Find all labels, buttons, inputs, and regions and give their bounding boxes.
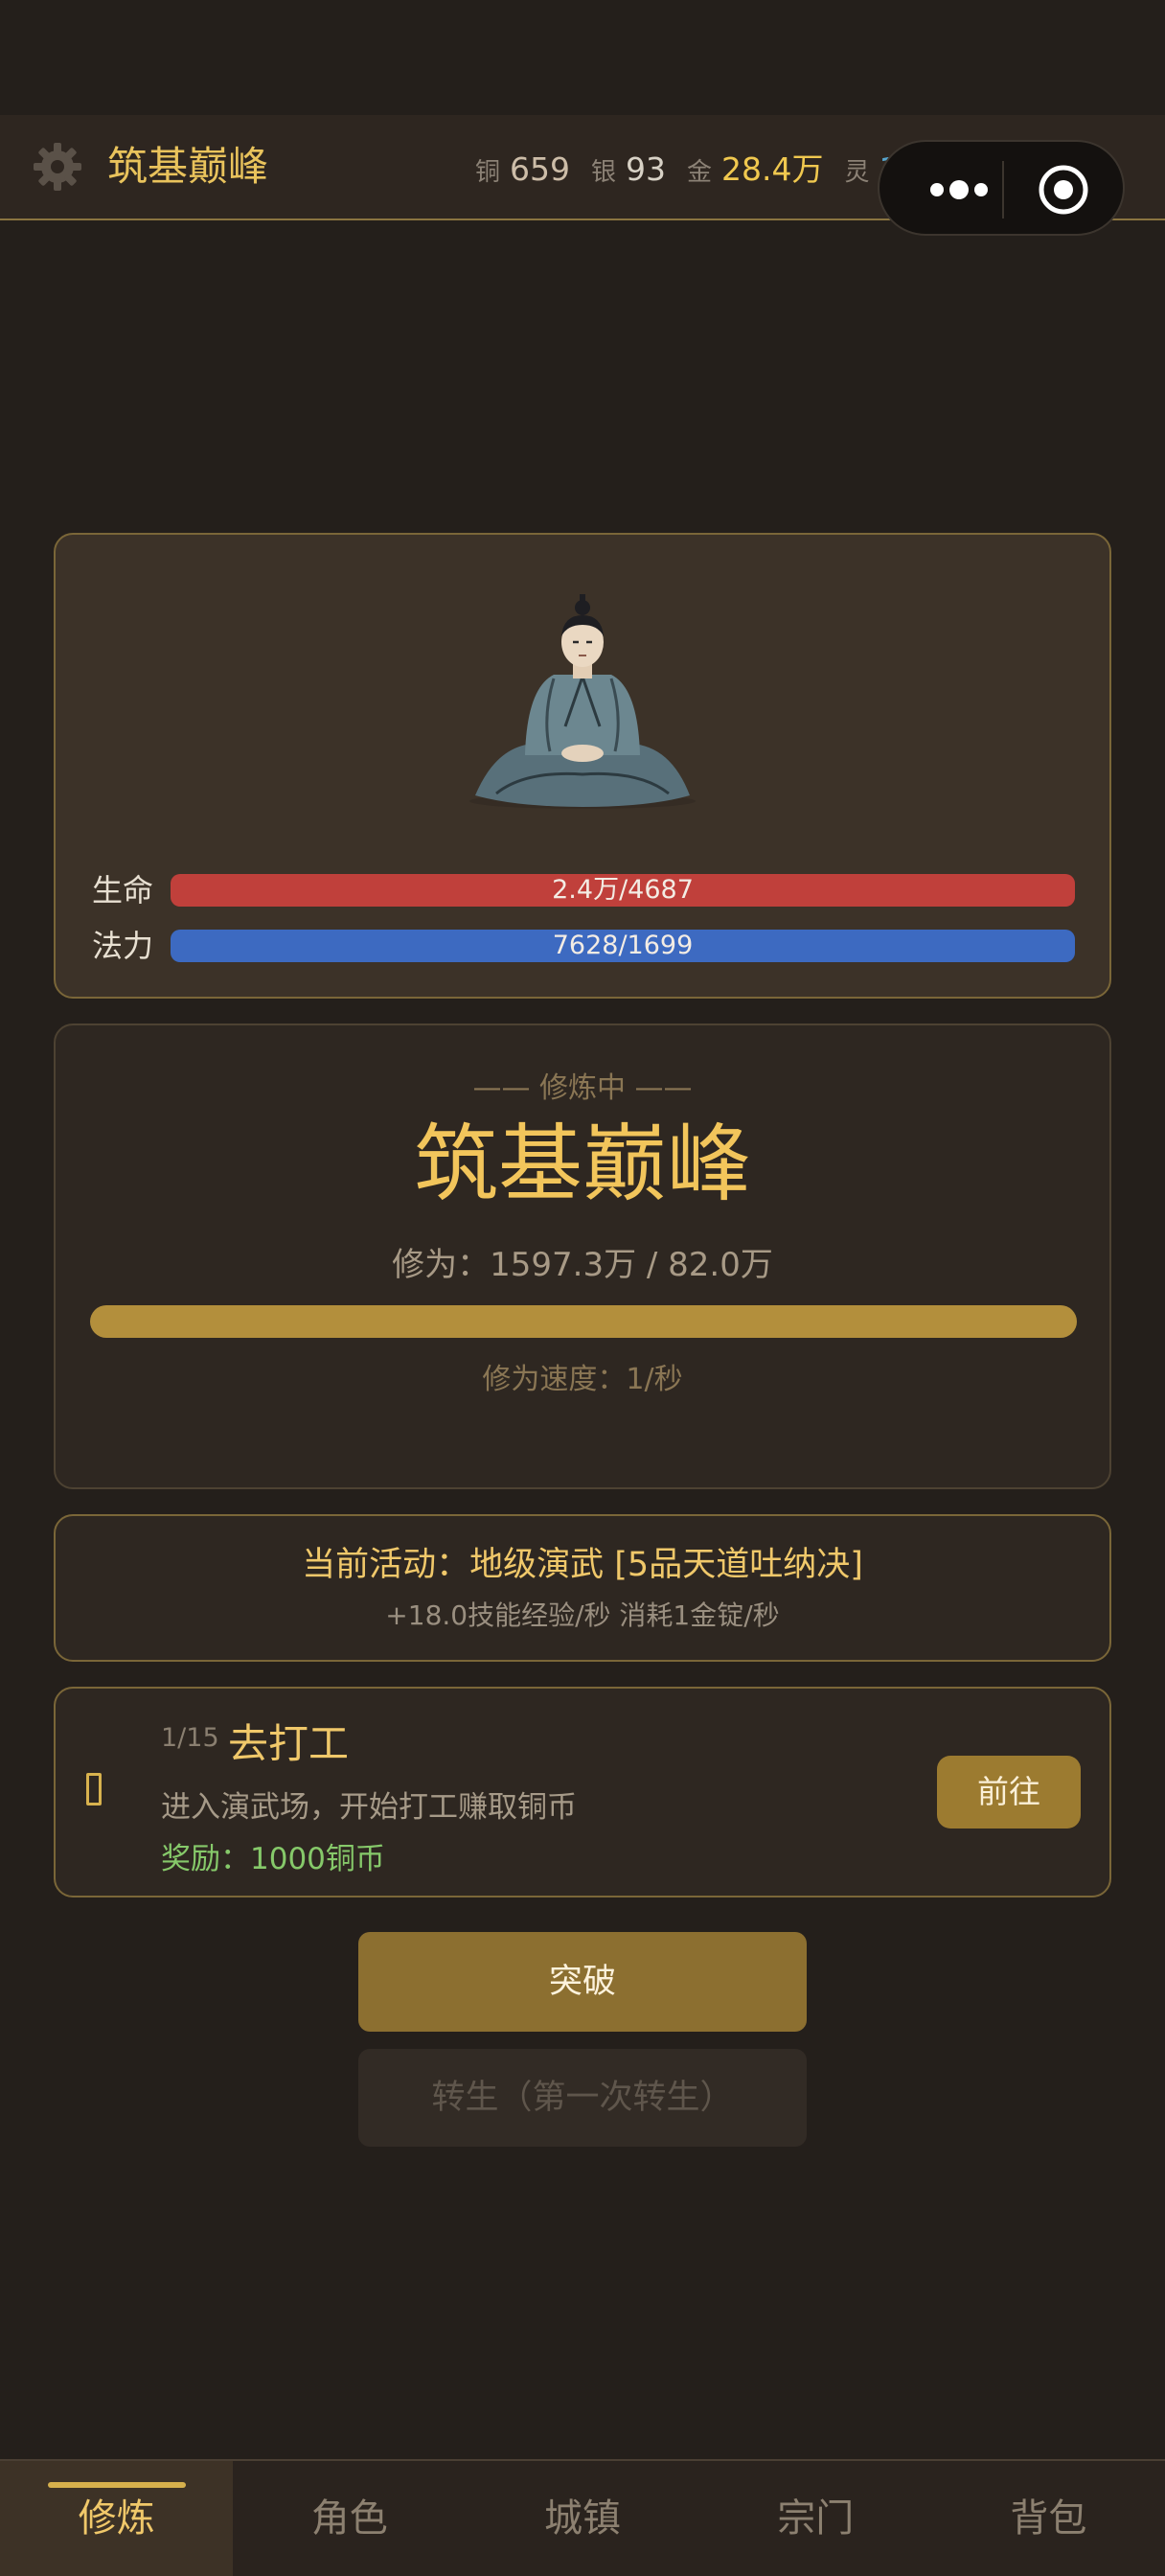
cultivation-status: —— 修炼中 —— (472, 1071, 693, 1105)
tab-sect[interactable]: 宗门 (699, 2461, 932, 2576)
cultivation-progress-fill (90, 1305, 1077, 1338)
tab-cultivate[interactable]: 修炼 (0, 2461, 234, 2576)
mp-value: 7628/1699 (552, 931, 694, 960)
hp-bar: 2.4万/4687 (171, 874, 1075, 907)
task-reward: 奖励：1000铜币 (161, 1842, 385, 1876)
rebirth-button[interactable]: 转生（第一次转生） (358, 2049, 807, 2147)
task-card: 1/15 去打工 进入演武场，开始打工赚取铜币 奖励：1000铜币 前往 (54, 1687, 1111, 1898)
realm-title: 筑基巅峰 (107, 143, 269, 190)
close-target-icon[interactable] (1037, 163, 1090, 217)
tab-character[interactable]: 角色 (233, 2461, 466, 2576)
bottom-nav: 修炼 角色 城镇 宗门 背包 (0, 2459, 1165, 2576)
cultivation-card: —— 修炼中 —— 筑基巅峰 修为：1597.3万 / 82.0万 修为速度：1… (54, 1024, 1111, 1489)
cultivation-exp: 修为：1597.3万 / 82.0万 (392, 1246, 773, 1284)
character-card: 生命 2.4万/4687 法力 7628/1699 (54, 533, 1111, 999)
currency-label: 灵 (844, 158, 870, 187)
currency-copper: 铜 659 (475, 150, 570, 188)
hp-label: 生命 (92, 872, 154, 908)
activity-card[interactable]: 当前活动：地级演武 [5品天道吐纳决] +18.0技能经验/秒 消耗1金锭/秒 (54, 1514, 1111, 1662)
mp-label: 法力 (92, 928, 154, 964)
capsule-divider (1002, 161, 1004, 218)
currency-label: 金 (687, 158, 713, 187)
cultivation-realm: 筑基巅峰 (413, 1115, 751, 1213)
activity-detail: +18.0技能经验/秒 消耗1金锭/秒 (385, 1599, 780, 1631)
task-title: 去打工 (228, 1720, 350, 1767)
go-button[interactable]: 前往 (937, 1756, 1081, 1828)
hp-bar-row: 生命 2.4万/4687 (92, 872, 1075, 908)
mp-bar: 7628/1699 (171, 930, 1075, 962)
more-icon[interactable] (916, 172, 1002, 207)
task-icon (86, 1773, 102, 1806)
currency-value: 93 (626, 150, 667, 188)
hp-value: 2.4万/4687 (552, 875, 694, 905)
cultivation-progress-bar (90, 1305, 1077, 1338)
miniprogram-capsule (878, 140, 1125, 236)
gear-icon[interactable] (27, 136, 88, 197)
currency-label: 铜 (475, 158, 501, 187)
currency-value: 659 (510, 150, 571, 188)
currency-value: 28.4万 (721, 150, 824, 188)
currency-silver: 银 93 (591, 150, 666, 188)
game-screen: 筑基巅峰 铜 659 银 93 金 28.4万 灵 1557 (0, 0, 1165, 2576)
currency-label: 银 (591, 158, 617, 187)
task-description: 进入演武场，开始打工赚取铜币 (161, 1790, 577, 1825)
currency-gold: 金 28.4万 (687, 144, 824, 190)
cultivation-speed: 修为速度：1/秒 (482, 1363, 683, 1396)
tab-bag[interactable]: 背包 (932, 2461, 1165, 2576)
tab-town[interactable]: 城镇 (466, 2461, 698, 2576)
activity-title: 当前活动：地级演武 [5品天道吐纳决] (302, 1546, 863, 1584)
task-progress: 1/15 (161, 1723, 219, 1753)
character-avatar (458, 583, 707, 813)
mp-bar-row: 法力 7628/1699 (92, 928, 1075, 964)
breakthrough-button[interactable]: 突破 (358, 1932, 807, 2032)
